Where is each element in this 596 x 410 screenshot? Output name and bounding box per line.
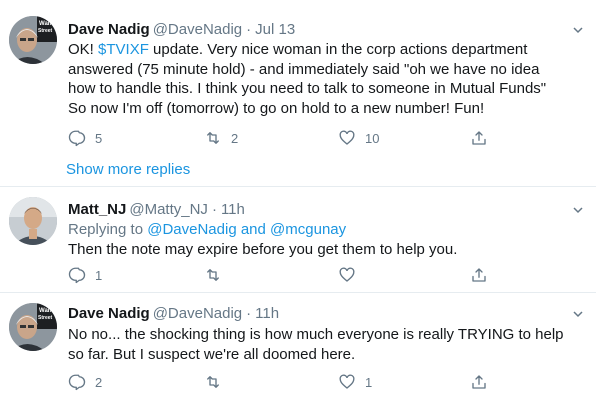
tweet-actions: 2 1 — [68, 372, 588, 392]
separator-dot: · — [211, 201, 217, 218]
author-name[interactable]: Dave Nadig — [68, 21, 150, 38]
retweet-icon — [207, 269, 219, 281]
separator-dot: · — [246, 21, 252, 38]
tweet-text: No no... the shocking thing is how much … — [68, 326, 564, 363]
share-icon — [472, 268, 486, 282]
chevron-down-icon[interactable] — [572, 204, 584, 216]
like-count: 10 — [365, 130, 380, 146]
like-icon — [339, 267, 355, 282]
share-button[interactable] — [470, 128, 488, 148]
avatar[interactable] — [9, 197, 57, 245]
like-button[interactable]: 1 — [338, 372, 372, 392]
avatar-sign-wall: Wall — [39, 21, 51, 27]
author-handle[interactable]: @Matty_NJ — [129, 201, 208, 218]
show-more-replies-link[interactable]: Show more replies — [66, 160, 190, 180]
avatar-photo — [9, 197, 57, 245]
mention-link[interactable]: @DaveNadig — [147, 221, 236, 238]
share-icon — [472, 375, 486, 389]
reply-button[interactable]: 2 — [68, 372, 102, 392]
reply-count: 5 — [95, 130, 103, 146]
reply-button[interactable]: 1 — [68, 265, 102, 285]
tweet-header: Dave Nadig @DaveNadig · 11h — [68, 304, 279, 324]
replying-to-prefix: Replying to — [68, 221, 148, 238]
reply-icon — [68, 374, 86, 391]
tweet-time[interactable]: 11h — [255, 305, 279, 322]
tweet[interactable]: Wall Street Dave Nadig @DaveNadig · Jul 13 … — [0, 0, 596, 150]
tweet-text: OK! $TVIXF update. Very nice woman in th… — [68, 40, 568, 118]
share-button[interactable] — [470, 372, 488, 392]
tweet-header: Dave Nadig @DaveNadig · Jul 13 — [68, 20, 295, 40]
chevron-down-icon[interactable] — [572, 308, 584, 320]
reply-count: 2 — [95, 374, 103, 390]
mention-link[interactable]: @mcgunay — [270, 221, 346, 238]
avatar[interactable]: Wall Street — [9, 303, 57, 351]
author-name[interactable]: Dave Nadig — [68, 305, 150, 322]
avatar-sign-street: Street — [38, 315, 53, 321]
author-name[interactable]: Matt_NJ — [68, 201, 126, 218]
like-icon — [339, 374, 355, 389]
avatar-photo: Wall Street — [9, 16, 57, 64]
author-handle[interactable]: @DaveNadig — [153, 305, 242, 322]
reply-button[interactable]: 5 — [68, 128, 102, 148]
tweet-actions: 5 2 10 — [68, 128, 588, 148]
tweet-time[interactable]: Jul 13 — [255, 21, 295, 38]
avatar-sign-street: Street — [38, 28, 53, 34]
reply-count: 1 — [95, 267, 103, 283]
retweet-count: 2 — [231, 130, 239, 146]
tweet-text: Then the note may expire before you get … — [68, 241, 458, 258]
tweet[interactable]: Wall Street Dave Nadig @DaveNadig · 11h No … — [0, 293, 596, 410]
like-icon — [339, 130, 355, 145]
avatar-sign-wall: Wall — [39, 308, 51, 314]
avatar[interactable]: Wall Street — [9, 16, 57, 64]
share-icon — [472, 131, 486, 145]
retweet-button[interactable] — [204, 265, 231, 285]
reply-icon — [68, 267, 86, 284]
retweet-icon — [207, 376, 219, 388]
cashtag-link[interactable]: $TVIXF — [98, 41, 149, 58]
like-button[interactable]: 10 — [338, 128, 379, 148]
replying-to: Replying to @DaveNadig and @mcgunay — [68, 220, 346, 240]
retweet-icon — [207, 132, 219, 144]
text-part: OK! — [68, 41, 99, 58]
avatar-photo: Wall Street — [9, 303, 57, 351]
tweet-actions: 1 — [68, 265, 588, 285]
tweet[interactable]: Matt_NJ @Matty_NJ · 11h Replying to @DaveNa… — [0, 187, 596, 293]
retweet-button[interactable] — [204, 372, 231, 392]
retweet-button[interactable]: 2 — [204, 128, 238, 148]
chevron-down-icon[interactable] — [572, 24, 584, 36]
separator-dot: · — [246, 305, 252, 322]
author-handle[interactable]: @DaveNadig — [153, 21, 242, 38]
share-button[interactable] — [470, 265, 488, 285]
tweet-time[interactable]: 11h — [221, 201, 245, 218]
like-button[interactable] — [338, 265, 365, 285]
like-count: 1 — [365, 374, 373, 390]
tweet-header: Matt_NJ @Matty_NJ · 11h — [68, 200, 245, 220]
reply-icon — [68, 130, 86, 147]
replying-to-and[interactable]: and — [237, 221, 270, 238]
